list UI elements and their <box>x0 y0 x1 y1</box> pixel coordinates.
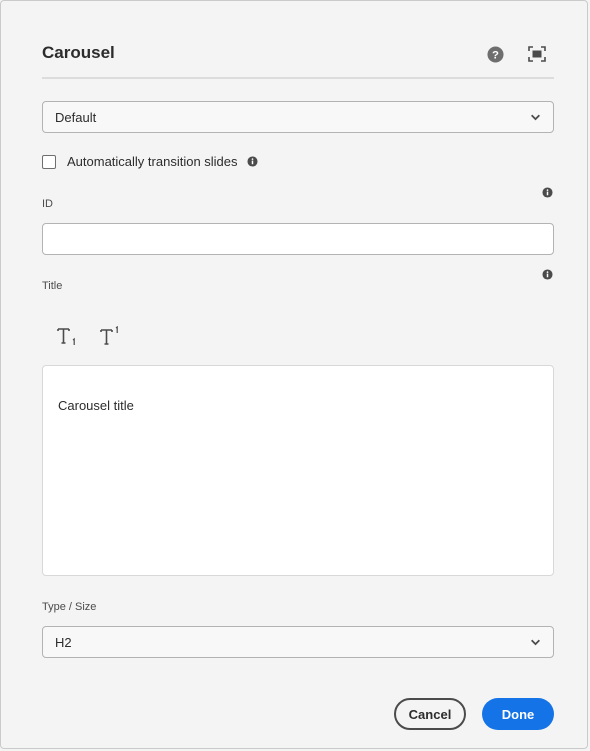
svg-text:?: ? <box>492 49 499 61</box>
done-button[interactable]: Done <box>482 698 554 730</box>
type-size-label: Type / Size <box>42 601 97 613</box>
title-editor-content[interactable]: Carousel title <box>58 398 134 413</box>
auto-transition-label: Automatically transition slides <box>67 154 238 169</box>
id-label: ID <box>42 198 53 210</box>
auto-transition-row: Automatically transition slides <box>42 154 258 169</box>
header-divider <box>42 77 554 79</box>
info-icon[interactable] <box>246 156 258 167</box>
title-label: Title <box>42 280 63 292</box>
superscript-button[interactable] <box>96 323 124 349</box>
title-rich-text-editor[interactable]: Carousel title <box>42 365 554 576</box>
id-input[interactable] <box>42 223 554 255</box>
help-circle-icon: ? <box>486 45 504 63</box>
chevron-down-icon <box>531 639 540 646</box>
subscript-button[interactable] <box>53 323 81 349</box>
info-icon[interactable] <box>542 187 553 198</box>
auto-transition-checkbox[interactable] <box>42 154 56 169</box>
info-icon[interactable] <box>542 269 553 280</box>
type-size-select-value: H2 <box>55 634 72 650</box>
variant-select-value: Default <box>55 109 97 125</box>
cancel-button[interactable]: Cancel <box>394 698 466 730</box>
carousel-dialog: Carousel ? Default Automatically transit… <box>0 0 588 749</box>
variant-select[interactable]: Default <box>42 101 554 133</box>
dialog-title: Carousel <box>42 43 115 62</box>
superscript-icon <box>100 326 118 345</box>
fullscreen-icon <box>528 46 546 62</box>
chevron-down-icon <box>531 114 540 121</box>
help-button[interactable]: ? <box>485 44 505 64</box>
subscript-icon <box>57 328 75 345</box>
type-size-select[interactable]: H2 <box>42 626 554 658</box>
fullscreen-button[interactable] <box>527 44 547 64</box>
